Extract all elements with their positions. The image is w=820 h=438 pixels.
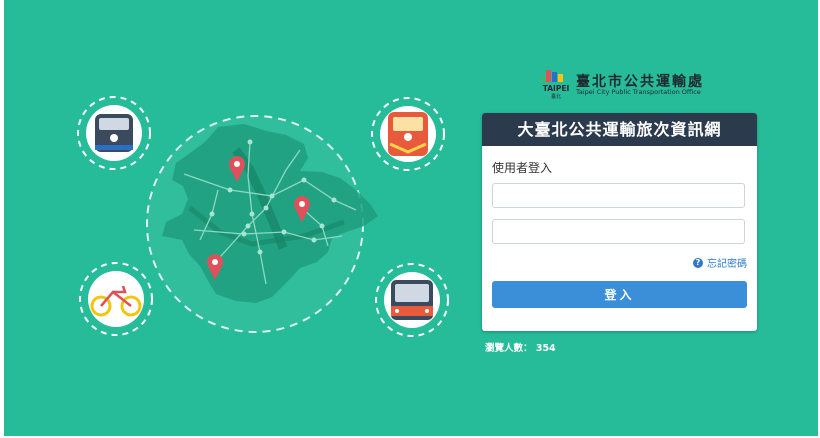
ubike-bicycle-icon <box>79 262 153 336</box>
brand-header: TAIPEI 臺北 臺北市公共運輸處 Taipei City Public Tr… <box>540 68 760 100</box>
city-bus-icon <box>375 263 449 337</box>
login-card: 大臺北公共運輸旅次資訊網 使用者登入 ? 忘記密碼 登入 <box>482 113 757 331</box>
taipei-logo-icon: TAIPEI 臺北 <box>542 70 570 100</box>
forgot-password-label: 忘記密碼 <box>707 259 747 270</box>
password-input[interactable] <box>492 219 745 244</box>
login-card-title: 大臺北公共運輸旅次資訊網 <box>482 113 757 146</box>
forgot-password-link[interactable]: ? 忘記密碼 <box>693 255 747 270</box>
visitor-count-value: 354 <box>535 343 556 354</box>
logo-label: TAIPEI <box>543 84 570 93</box>
org-name-en: Taipei City Public Transportation Office <box>576 88 701 96</box>
username-input[interactable] <box>492 183 745 208</box>
logo-sub-label: 臺北 <box>551 93 561 100</box>
login-page: TAIPEI 臺北 臺北市公共運輸處 Taipei City Public Tr… <box>4 0 818 436</box>
metro-train-icon <box>77 96 151 170</box>
railway-train-icon <box>371 97 445 171</box>
visitor-counter: 瀏覽人數： 354 <box>485 340 556 354</box>
login-button[interactable]: 登入 <box>492 281 747 308</box>
login-section-label: 使用者登入 <box>492 161 553 175</box>
help-circle-icon: ? <box>693 257 703 268</box>
visitor-count-label: 瀏覽人數： <box>485 343 533 354</box>
